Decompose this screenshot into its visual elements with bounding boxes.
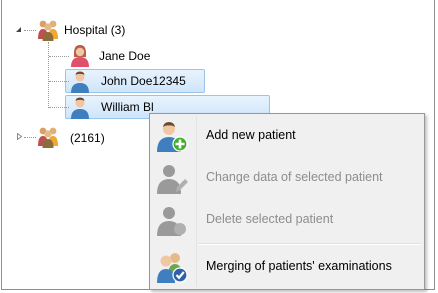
tree-root-label[interactable]: Hospital (3) (64, 22, 125, 38)
patient-group-icon (38, 20, 58, 41)
patient-group-icon (38, 127, 58, 148)
tree-group-label[interactable]: (2161) (70, 130, 105, 146)
female-patient-icon (71, 45, 89, 67)
collapsed-triangle-icon[interactable] (16, 133, 23, 140)
tree-connector (24, 137, 36, 138)
edit-patient-icon (157, 165, 188, 194)
menu-item-label: Delete selected patient (206, 212, 334, 226)
add-patient-icon (157, 122, 188, 152)
merge-patients-icon (157, 253, 188, 283)
patient-name-label[interactable]: William Bl (101, 99, 154, 115)
tree-connector (24, 30, 36, 31)
menu-separator (198, 243, 421, 245)
expanded-triangle-icon[interactable] (15, 26, 22, 33)
male-patient-icon (71, 71, 89, 93)
menu-item-label: Change data of selected patient (206, 170, 383, 184)
context-menu: Add new patient Change data of selected … (149, 113, 425, 290)
menu-item-add-patient[interactable]: Add new patient (152, 116, 422, 156)
tree-connector (49, 81, 69, 82)
menu-item-change-patient[interactable]: Change data of selected patient (152, 158, 422, 198)
tree-connector (49, 56, 69, 57)
patient-name-label[interactable]: John Doe12345 (101, 73, 186, 89)
patient-name-label[interactable]: Jane Doe (99, 48, 150, 64)
tree-connector (49, 107, 69, 108)
delete-patient-icon (157, 207, 186, 236)
menu-item-label: Add new patient (206, 128, 296, 142)
male-patient-icon (71, 97, 89, 119)
menu-item-label: Merging of patients' examinations (206, 259, 392, 273)
menu-item-delete-patient[interactable]: Delete selected patient (152, 200, 422, 240)
menu-item-merge-examinations[interactable]: Merging of patients' examinations (152, 247, 422, 287)
tree-connector (48, 42, 49, 108)
